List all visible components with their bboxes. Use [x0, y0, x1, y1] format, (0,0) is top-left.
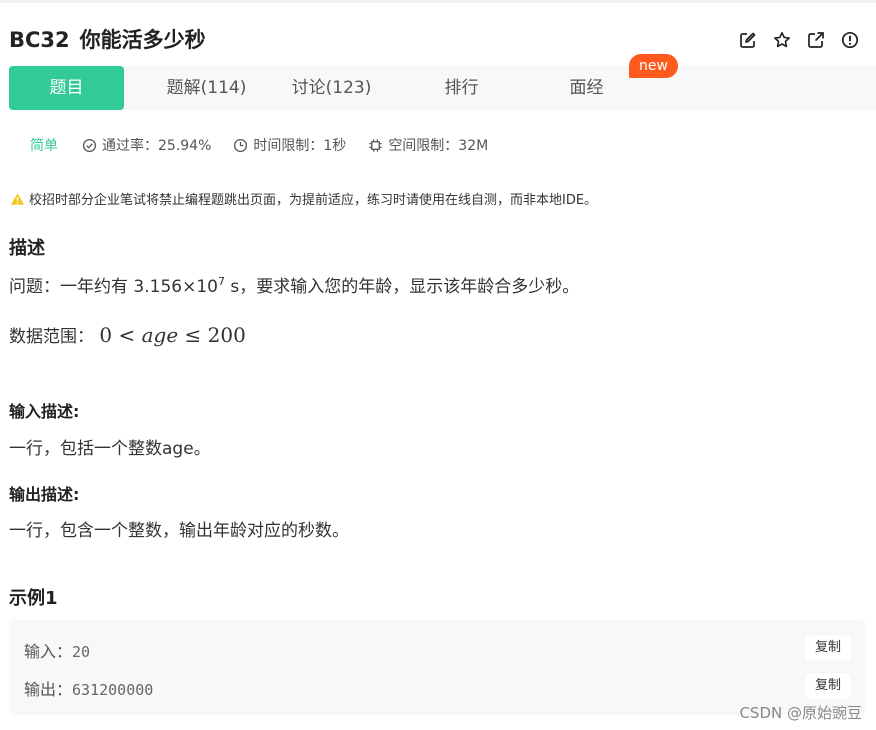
problem-meta: 简单 通过率：25.94% 时间限制：1秒 空间限制：32M [30, 134, 510, 156]
example-input: 输入：20 [24, 638, 90, 662]
example-heading: 示例1 [9, 588, 58, 609]
range-var: age [141, 323, 179, 347]
range-lower: 0 [99, 323, 113, 347]
problem-code: BC32 [9, 28, 70, 52]
range-op-lt: < [118, 323, 136, 347]
description-text: 问题：一年约有 3.156×107 s，要求输入您的年龄，显示该年龄合多少秒。 [9, 272, 579, 297]
tab-problem[interactable]: 题目 [9, 66, 124, 110]
range-upper: 200 [207, 323, 246, 347]
range-formula: 0 < age ≤ 200 [99, 323, 245, 347]
exam-notice: 校招时部分企业笔试将禁止编程题跳出页面，为提前适应，练习时请使用在线自测，而非本… [10, 189, 597, 208]
clock-icon [234, 138, 248, 152]
description-text-suffix: s，要求输入您的年龄，显示该年龄合多少秒。 [224, 277, 580, 297]
pass-rate: 通过率：25.94% [82, 135, 211, 155]
example-output-label: 输出： [24, 680, 73, 699]
example-box: 输入：20 复制 输出：631200000 复制 [9, 620, 865, 715]
output-desc-heading: 输出描述: [9, 485, 80, 504]
problem-tabs: 题目 题解(114) 讨论(123) 排行 面经 [9, 66, 876, 110]
range-op-le: ≤ [184, 323, 202, 347]
external-link-icon[interactable] [804, 28, 828, 52]
space-limit-text: 空间限制：32M [388, 138, 489, 154]
space-limit: 空间限制：32M [368, 135, 488, 155]
copy-output-button[interactable]: 复制 [805, 673, 851, 699]
difficulty-label: 简单 [30, 138, 58, 154]
range-label: 数据范围： [9, 327, 94, 347]
check-circle-icon [82, 138, 97, 152]
problem-title: BC32 你能活多少秒 [9, 24, 206, 56]
chip-icon [369, 138, 382, 152]
star-icon[interactable] [770, 28, 794, 52]
data-range: 数据范围： 0 < age ≤ 200 [9, 322, 246, 347]
example-input-value: 20 [72, 643, 91, 661]
time-limit: 时间限制：1秒 [233, 135, 346, 155]
top-divider [0, 0, 876, 3]
input-desc-text: 一行，包括一个整数age。 [9, 439, 211, 459]
csdn-watermark: CSDN @原始豌豆 [739, 704, 862, 722]
warning-icon [10, 192, 25, 205]
report-icon[interactable] [838, 28, 862, 52]
problem-title-row: BC32 你能活多少秒 [9, 24, 876, 56]
pass-rate-text: 通过率：25.94% [102, 138, 212, 154]
tab-discuss[interactable]: 讨论(123) [274, 66, 389, 110]
description-heading: 描述 [9, 238, 45, 259]
example-input-label: 输入： [24, 642, 73, 661]
description-text-prefix: 问题：一年约有 3.156×10 [9, 277, 218, 297]
tab-solutions[interactable]: 题解(114) [149, 66, 264, 110]
example-output-value: 631200000 [72, 681, 154, 699]
time-limit-text: 时间限制：1秒 [253, 138, 347, 154]
copy-input-button[interactable]: 复制 [805, 635, 851, 661]
description-exponent: 7 [217, 275, 225, 288]
tab-rank[interactable]: 排行 [404, 66, 519, 110]
notice-text: 校招时部分企业笔试将禁止编程题跳出页面，为提前适应，练习时请使用在线自测，而非本… [29, 193, 598, 208]
output-desc-text: 一行，包含一个整数，输出年龄对应的秒数。 [9, 521, 349, 541]
new-badge: new [629, 54, 678, 78]
problem-name: 你能活多少秒 [79, 28, 206, 52]
title-actions [736, 28, 862, 52]
tab-interview[interactable]: 面经 [529, 66, 644, 110]
example-output: 输出：631200000 [24, 676, 153, 700]
edit-icon[interactable] [736, 28, 760, 52]
input-desc-heading: 输入描述: [9, 402, 80, 421]
